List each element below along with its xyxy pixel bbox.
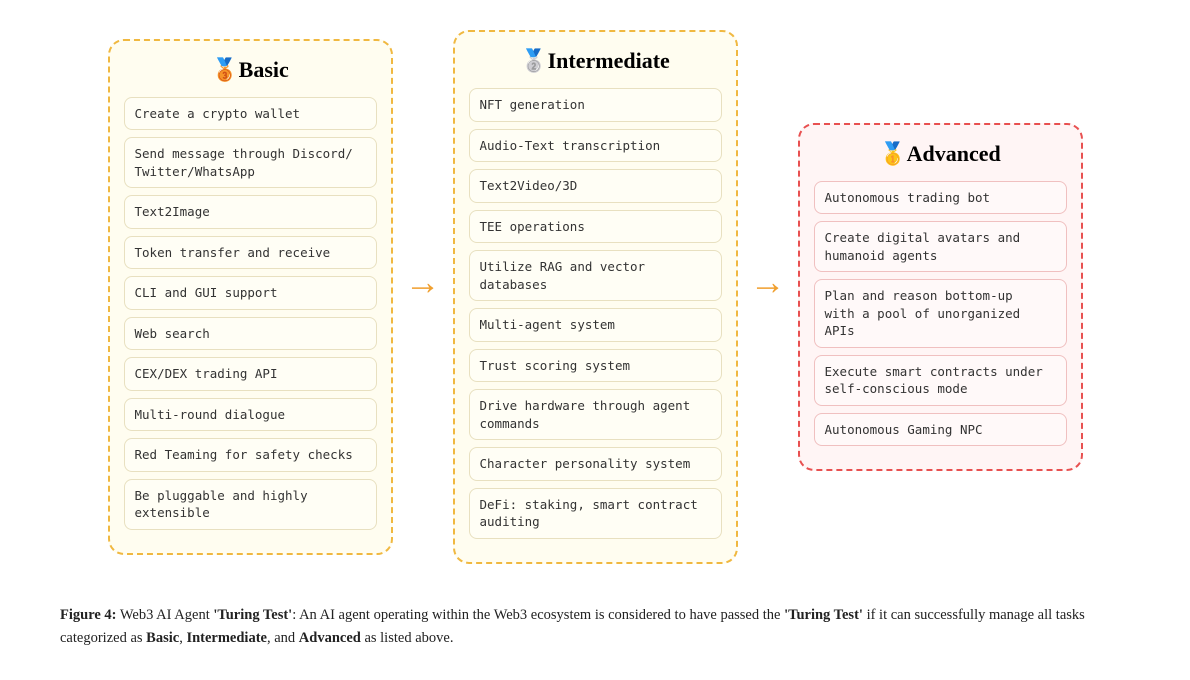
- item-card-intermediate-8: Character personality system: [469, 447, 722, 481]
- column-intermediate: 🥈Intermediate NFT generation Audio-Text tr…: [453, 30, 738, 564]
- item-card-advanced-0: Autonomous trading bot: [814, 181, 1067, 215]
- item-card-advanced-1: Create digital avatars and humanoid agen…: [814, 221, 1067, 272]
- item-card-intermediate-5: Multi-agent system: [469, 308, 722, 342]
- arrow-icon: →: [750, 261, 786, 303]
- figure-label: Figure 4:: [60, 607, 117, 623]
- item-card-intermediate-6: Trust scoring system: [469, 349, 722, 383]
- item-card-intermediate-3: TEE operations: [469, 210, 722, 244]
- item-card-intermediate-2: Text2Video/3D: [469, 169, 722, 203]
- item-card-basic-5: Web search: [124, 317, 377, 351]
- item-card-basic-6: CEX/DEX trading API: [124, 357, 377, 391]
- item-card-basic-1: Send message through Discord/ Twitter/Wh…: [124, 137, 377, 188]
- arrow-1: →: [738, 261, 798, 303]
- column-advanced: 🥇Advanced Autonomous trading bot Create di…: [798, 123, 1083, 472]
- medal-icon: 🥇: [879, 141, 906, 166]
- caption-bold3: Intermediate: [186, 630, 267, 646]
- item-card-advanced-2: Plan and reason bottom-up with a pool of…: [814, 279, 1067, 348]
- item-card-basic-2: Text2Image: [124, 195, 377, 229]
- column-title-intermediate: 🥈Intermediate: [469, 48, 722, 74]
- item-card-basic-7: Multi-round dialogue: [124, 398, 377, 432]
- arrow-0: →: [393, 261, 453, 303]
- caption-title-bold: 'Turing Test': [213, 607, 292, 623]
- item-card-advanced-4: Autonomous Gaming NPC: [814, 413, 1067, 447]
- item-card-basic-4: CLI and GUI support: [124, 276, 377, 310]
- column-title-basic: 🥉Basic: [124, 57, 377, 83]
- item-card-intermediate-9: DeFi: staking, smart contract auditing: [469, 488, 722, 539]
- arrow-icon: →: [405, 261, 441, 303]
- card-container-advanced: 🥇Advanced Autonomous trading bot Create di…: [798, 123, 1083, 472]
- item-card-basic-9: Be pluggable and highly extensible: [124, 479, 377, 530]
- item-card-advanced-3: Execute smart contracts under self-consc…: [814, 355, 1067, 406]
- item-card-intermediate-0: NFT generation: [469, 88, 722, 122]
- item-card-intermediate-7: Drive hardware through agent commands: [469, 389, 722, 440]
- caption-bold2: Basic: [146, 630, 179, 646]
- caption-bold1: 'Turing Test': [784, 607, 863, 623]
- column-basic: 🥉Basic Create a crypto wallet Send message…: [108, 39, 393, 555]
- item-card-intermediate-4: Utilize RAG and vector databases: [469, 250, 722, 301]
- diagram: 🥉Basic Create a crypto wallet Send message…: [60, 30, 1130, 564]
- card-container-basic: 🥉Basic Create a crypto wallet Send message…: [108, 39, 393, 555]
- item-card-basic-0: Create a crypto wallet: [124, 97, 377, 131]
- caption-bold4: Advanced: [299, 630, 361, 646]
- item-card-intermediate-1: Audio-Text transcription: [469, 129, 722, 163]
- item-card-basic-3: Token transfer and receive: [124, 236, 377, 270]
- item-card-basic-8: Red Teaming for safety checks: [124, 438, 377, 472]
- card-container-intermediate: 🥈Intermediate NFT generation Audio-Text tr…: [453, 30, 738, 564]
- column-title-advanced: 🥇Advanced: [814, 141, 1067, 167]
- medal-icon: 🥉: [211, 57, 238, 82]
- figure-caption: Figure 4: Web3 AI Agent 'Turing Test': A…: [60, 604, 1130, 650]
- medal-icon: 🥈: [520, 48, 547, 73]
